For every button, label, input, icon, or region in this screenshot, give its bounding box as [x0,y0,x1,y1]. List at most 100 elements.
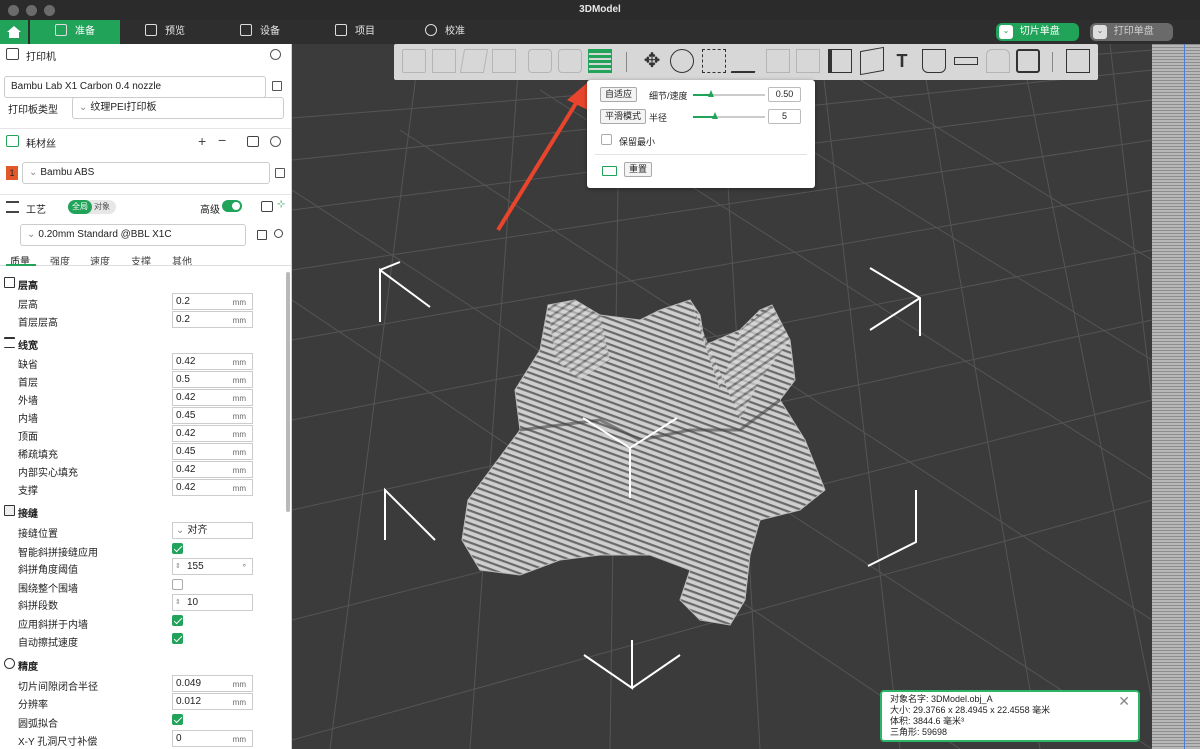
filament-settings-gear-icon[interactable] [270,136,281,147]
adaptive-button[interactable]: 自适应 [600,87,638,102]
process-section: 工艺 全局 对象 高级 ⊹ [0,197,291,219]
slice-plate-button[interactable]: ⌄ 切片单盘 [996,23,1079,41]
tab-prepare[interactable]: 准备 [30,20,120,44]
plate-type-select[interactable]: ⌄ 纹理PEI打印板 [72,97,284,119]
smart-scarf-checkbox[interactable] [172,543,183,554]
close-window-icon[interactable] [8,5,19,16]
rotate-icon[interactable] [670,49,694,73]
scarf-around-entire-wall-checkbox[interactable] [172,579,183,590]
add-plate-icon[interactable] [432,49,456,73]
move-icon[interactable]: ✥ [640,49,664,73]
process-list-icon[interactable] [261,201,273,212]
smooth-mode-button[interactable]: 平滑模式 [600,109,647,124]
line-width-input[interactable]: 0.42 mm [172,461,253,478]
home-button[interactable] [0,20,28,44]
tab-preview[interactable]: 预览 [130,20,200,44]
chevron-down-icon[interactable]: ⌄ [999,25,1013,39]
scale-icon[interactable] [702,49,726,73]
line-width-input[interactable]: 0.42 mm [172,425,253,442]
orient-icon[interactable] [459,49,489,73]
measure-icon[interactable] [954,57,978,65]
setting-row: 圆弧拟合 [0,712,291,730]
tab-device[interactable]: 设备 [225,20,295,44]
variable-layer-height-icon[interactable] [588,49,612,73]
line-width-input[interactable]: 0.5 mm [172,371,253,388]
radius-slider[interactable] [693,112,765,119]
process-preset-select[interactable]: ⌄ 0.20mm Standard @BBL X1C [20,224,246,246]
radius-value-input[interactable]: 5 [768,109,801,124]
cut-icon[interactable] [766,49,790,73]
line-width-input[interactable]: 0.42 mm [172,479,253,496]
remove-filament-icon[interactable]: − [218,132,226,148]
seam-paint-icon[interactable] [860,46,884,76]
scarf-angle-stepper[interactable]: ⇕ 155 ° [172,558,253,575]
explode-icon[interactable] [1066,49,1090,73]
edit-filament-icon[interactable] [275,168,285,178]
chevron-down-icon: ⌄ [176,525,185,536]
chevron-down-icon[interactable]: ⌄ [1093,25,1107,39]
detail-slider-thumb[interactable] [708,90,714,97]
layer-slider[interactable] [1152,44,1200,749]
add-object-icon[interactable] [402,49,426,73]
setting-row: 斜拼角度阈值 ⇕ 155 ° [0,558,291,576]
split-parts-icon[interactable] [558,49,582,73]
color-paint-icon[interactable] [922,49,946,73]
split-objects-icon[interactable] [528,49,552,73]
printer-settings-gear-icon[interactable] [270,49,281,60]
detail-value-input[interactable]: 0.50 [768,87,801,102]
setting-row: 内部实心填充 0.42 mm [0,461,291,479]
line-width-input[interactable]: 0.42 mm [172,353,253,370]
compare-icon[interactable]: ⊹ [277,199,285,210]
text-icon[interactable]: T [890,49,914,73]
bounding-box-icon[interactable] [1016,49,1040,73]
stepper-arrows-icon[interactable]: ⇕ [175,595,181,610]
first-layer-height-input[interactable]: 0.2 mm [172,311,253,328]
support-paint-icon[interactable] [828,49,852,73]
assembly-icon[interactable] [986,49,1010,73]
scarf-segments-stepper[interactable]: ⇕ 10 [172,594,253,611]
arc-fitting-checkbox[interactable] [172,714,183,725]
layer-height-icon [4,277,15,288]
detail-slider[interactable] [693,90,765,97]
auto-wipe-speed-checkbox[interactable] [172,633,183,644]
close-icon[interactable]: ✕ [1118,694,1130,708]
print-plate-button[interactable]: ⌄ 打印单盘 [1090,23,1173,41]
scope-global[interactable]: 全局 [68,200,92,214]
add-filament-icon[interactable]: + [198,133,206,149]
tab-calibration[interactable]: 校准 [410,20,480,44]
slice-gap-closing-input[interactable]: 0.049 mm [172,675,253,692]
scarf-inner-walls-checkbox[interactable] [172,615,183,626]
xy-hole-compensation-input[interactable]: 0 mm [172,730,253,747]
reset-button[interactable]: 重置 [624,162,653,177]
boolean-icon[interactable] [796,49,820,73]
line-width-input[interactable]: 0.45 mm [172,443,253,460]
radius-slider-thumb[interactable] [711,112,718,119]
advanced-label: 高级 [200,205,220,216]
stepper-arrows-icon[interactable]: ⇕ [175,559,181,574]
filament-slot-badge[interactable]: 1 [6,166,18,180]
tab-project[interactable]: 项目 [320,20,390,44]
zoom-window-icon[interactable] [44,5,55,16]
scope-object[interactable]: 对象 [94,200,110,214]
setting-row: 外墙 0.42 mm [0,389,291,407]
filament-sync-icon[interactable] [247,136,259,147]
resolution-input[interactable]: 0.012 mm [172,693,253,710]
scope-toggle[interactable]: 全局 对象 [68,200,116,214]
edit-printer-icon[interactable] [272,81,282,91]
setting-row: 智能斜拼接缝应用 [0,541,291,559]
minimize-window-icon[interactable] [26,5,37,16]
lay-on-face-icon[interactable] [730,49,762,73]
line-width-input[interactable]: 0.45 mm [172,407,253,424]
arrange-icon[interactable] [492,49,516,73]
line-width-input[interactable]: 0.42 mm [172,389,253,406]
seam-position-select[interactable]: ⌄ 对齐 [172,522,253,539]
save-preset-icon[interactable] [257,230,267,240]
printer-select[interactable]: Bambu Lab X1 Carbon 0.4 nozzle [4,76,266,98]
filament-select[interactable]: ⌄ Bambu ABS [22,162,270,184]
layer-height-input[interactable]: 0.2 mm [172,293,253,310]
keep-min-checkbox[interactable] [601,134,612,145]
search-icon[interactable] [274,229,283,238]
keyboard-icon[interactable] [602,166,617,176]
advanced-toggle[interactable] [222,200,242,212]
setting-row: 应用斜拼于内墙 [0,613,291,631]
